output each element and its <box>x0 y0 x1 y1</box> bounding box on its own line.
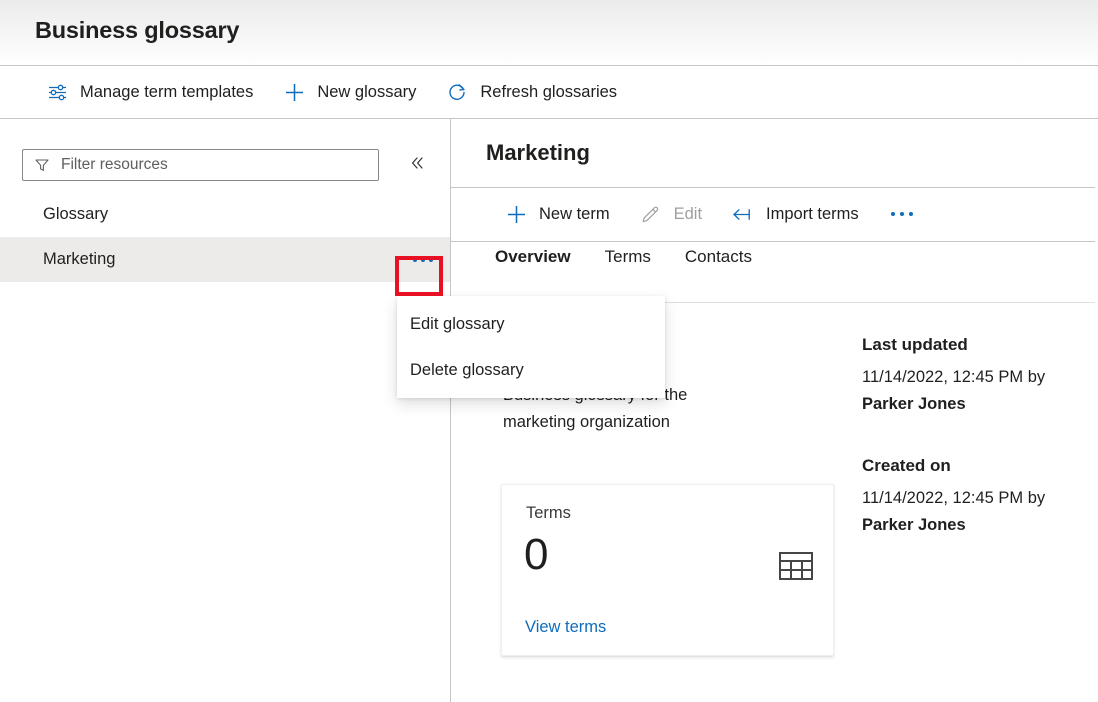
refresh-glossaries-button[interactable]: Refresh glossaries <box>436 72 627 112</box>
glossary-detail-panel: Marketing New term <box>451 119 1098 702</box>
pencil-icon <box>640 203 662 225</box>
filter-resources-input[interactable] <box>59 155 359 175</box>
menu-item-delete-glossary[interactable]: Delete glossary <box>397 347 665 393</box>
view-terms-link[interactable]: View terms <box>525 618 606 637</box>
resource-left-panel: Glossary Marketing <box>0 119 450 702</box>
created-on-timestamp: 11/14/2022, 12:45 PM by <box>862 489 1045 507</box>
resource-item-more-button[interactable] <box>403 244 443 276</box>
last-updated-user: Parker Jones <box>862 395 966 413</box>
resource-item-glossary[interactable]: Glossary <box>0 192 450 237</box>
new-term-label: New term <box>539 206 610 223</box>
terms-card-count: 0 <box>524 533 548 577</box>
import-terms-button[interactable]: Import terms <box>722 194 869 234</box>
chevron-double-left-icon <box>408 154 426 177</box>
tab-terms[interactable]: Terms <box>605 247 651 279</box>
edit-button: Edit <box>630 194 712 234</box>
resource-item-label: Marketing <box>43 250 115 269</box>
edit-label: Edit <box>674 206 702 223</box>
tab-contacts[interactable]: Contacts <box>685 247 752 279</box>
detail-tabs: Overview Terms Contacts <box>495 247 752 279</box>
funnel-icon <box>34 157 50 173</box>
global-command-bar: Manage term templates New glossary Refre… <box>0 66 1098 118</box>
detail-command-bar: New term Edit <box>451 188 1098 240</box>
import-terms-label: Import terms <box>766 206 859 223</box>
new-glossary-label: New glossary <box>317 84 416 101</box>
filter-row <box>0 119 450 189</box>
ellipsis-icon <box>413 258 433 262</box>
detail-overflow-button[interactable] <box>879 196 925 232</box>
created-on-heading: Created on <box>862 456 1062 476</box>
business-glossary-page: Business glossary Manage term templates <box>0 0 1098 702</box>
page-title: Business glossary <box>35 17 239 44</box>
glossary-context-menu: Edit glossary Delete glossary <box>397 296 665 398</box>
manage-term-templates-button[interactable]: Manage term templates <box>36 72 263 112</box>
metadata-column: Last updated 11/14/2022, 12:45 PM by Par… <box>862 335 1062 577</box>
resource-list: Glossary Marketing <box>0 192 450 282</box>
filter-resources-box[interactable] <box>22 149 379 181</box>
table-grid-icon <box>779 551 813 586</box>
resource-item-marketing[interactable]: Marketing <box>0 237 450 282</box>
terms-card: Terms 0 View terms <box>501 484 834 656</box>
new-term-button[interactable]: New term <box>495 194 620 234</box>
created-on-value: 11/14/2022, 12:45 PM by Parker Jones <box>862 485 1062 539</box>
menu-item-edit-glossary[interactable]: Edit glossary <box>397 301 665 347</box>
import-arrow-icon <box>732 203 754 225</box>
plus-icon <box>283 81 305 103</box>
glossary-detail-title: Marketing <box>486 140 590 166</box>
refresh-glossaries-label: Refresh glossaries <box>480 84 617 101</box>
last-updated-timestamp: 11/14/2022, 12:45 PM by <box>862 368 1045 386</box>
last-updated-heading: Last updated <box>862 335 1062 355</box>
resource-item-label: Glossary <box>43 205 108 224</box>
terms-card-label: Terms <box>526 504 571 523</box>
detail-command-bar-divider <box>451 241 1095 242</box>
created-on-user: Parker Jones <box>862 516 966 534</box>
tab-overview[interactable]: Overview <box>495 247 571 279</box>
page-header: Business glossary <box>0 0 1098 65</box>
manage-term-templates-label: Manage term templates <box>80 84 253 101</box>
sliders-icon <box>46 81 68 103</box>
plus-icon <box>505 203 527 225</box>
collapse-panel-button[interactable] <box>402 150 432 180</box>
new-glossary-button[interactable]: New glossary <box>273 72 426 112</box>
refresh-icon <box>446 81 468 103</box>
last-updated-value: 11/14/2022, 12:45 PM by Parker Jones <box>862 364 1062 418</box>
